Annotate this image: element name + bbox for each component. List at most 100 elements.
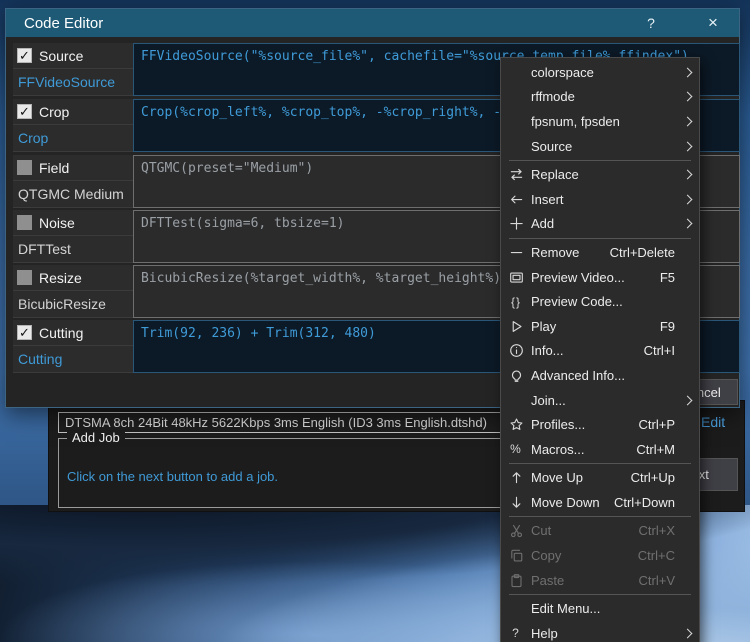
menu-separator [509, 516, 691, 518]
checkmark-icon: ✓ [19, 104, 30, 119]
context-menu: colorspace rffmode fpsnum, fpsden Source Rep… [500, 57, 700, 642]
menu-item-shortcut: Ctrl+P [638, 417, 675, 433]
percent-icon: % [510, 442, 522, 457]
filter-resize-row[interactable]: ✓ Resize [13, 265, 133, 291]
menu-item-profiles[interactable]: Profiles... Ctrl+P [501, 412, 699, 437]
menu-item-move-up[interactable]: Move Up Ctrl+Up [501, 466, 699, 491]
dialog-titlebar[interactable]: Code Editor ? × [6, 9, 739, 37]
menu-item-remove[interactable]: Remove Ctrl+Delete [501, 240, 699, 265]
add-job-title: Add Job [67, 430, 125, 445]
dialog-title: Code Editor [24, 14, 104, 32]
submenu-chevron-icon [679, 116, 699, 127]
filter-block-noise: ✓ Noise DFTTest [13, 210, 133, 263]
filter-block-source: ✓ Source FFVideoSource [13, 43, 133, 96]
menu-item-copy: Copy Ctrl+C [501, 543, 699, 568]
filter-block-resize: ✓ Resize BicubicResize [13, 265, 133, 318]
filter-profile-name[interactable]: Crop [13, 125, 133, 151]
menu-item-shortcut: Ctrl+Up [630, 470, 675, 486]
menu-item-shortcut: F5 [659, 269, 675, 285]
filter-category-label: Resize [39, 269, 82, 286]
filter-profile-name[interactable]: Cutting [13, 346, 133, 372]
filter-source-row[interactable]: ✓ Source [13, 43, 133, 69]
crop-checkbox[interactable]: ✓ [17, 104, 32, 119]
menu-item-label: Source [531, 138, 573, 154]
code-text: Trim(92, 236) + Trim(312, 480) [141, 326, 376, 341]
menu-item-source[interactable]: Source [501, 134, 699, 159]
filter-profile-name[interactable]: FFVideoSource [13, 69, 133, 95]
menu-item-label: Add [531, 216, 555, 232]
filter-crop-row[interactable]: ✓ Crop [13, 99, 133, 125]
menu-item-label: Join... [531, 392, 566, 408]
code-text: DFTTest(sigma=6, tbsize=1) [141, 216, 345, 231]
noise-checkbox[interactable]: ✓ [17, 215, 32, 230]
filter-cutting-row[interactable]: ✓ Cutting [13, 320, 133, 346]
play-icon [501, 319, 531, 334]
checkmark-icon: ✓ [19, 48, 30, 63]
menu-item-play[interactable]: Play F9 [501, 314, 699, 339]
menu-item-shortcut: Ctrl+Delete [609, 244, 675, 260]
menu-item-fpsnum-fpsden[interactable]: fpsnum, fpsden [501, 109, 699, 134]
menu-separator [509, 159, 691, 161]
menu-item-help[interactable]: ? Help [501, 621, 699, 642]
menu-item-insert[interactable]: Insert [501, 187, 699, 212]
menu-item-join[interactable]: Join... [501, 388, 699, 413]
menu-item-preview-code[interactable]: {} Preview Code... [501, 289, 699, 314]
menu-item-info[interactable]: Info... Ctrl+I [501, 339, 699, 364]
menu-item-colorspace[interactable]: colorspace [501, 60, 699, 85]
menu-item-cut: Cut Ctrl+X [501, 519, 699, 544]
field-checkbox[interactable]: ✓ [17, 160, 32, 175]
submenu-chevron-icon [679, 91, 699, 102]
source-checkbox[interactable]: ✓ [17, 48, 32, 63]
paste-icon [501, 573, 531, 588]
menu-item-label: Help [531, 625, 558, 641]
menu-item-label: Move Up [531, 470, 584, 486]
help-icon: ? [512, 626, 520, 641]
swap-icon [501, 167, 531, 182]
menu-item-label: Paste [531, 572, 565, 588]
menu-item-label: Play [531, 318, 557, 334]
menu-separator [509, 463, 691, 464]
menu-item-move-down[interactable]: Move Down Ctrl+Down [501, 490, 699, 515]
bulb-icon [501, 368, 531, 383]
menu-item-label: Copy [531, 548, 562, 564]
menu-item-shortcut: F9 [659, 318, 675, 334]
menu-item-label: Preview Video... [531, 269, 625, 285]
menu-item-rffmode[interactable]: rffmode [501, 85, 699, 110]
arrow-up-icon [501, 470, 531, 485]
menu-item-add[interactable]: Add [501, 212, 699, 237]
info-icon [501, 343, 531, 358]
audio-edit-link[interactable]: Edit [701, 414, 725, 430]
menu-item-label: colorspace [531, 64, 594, 80]
menu-item-label: Move Down [531, 494, 600, 510]
menu-item-label: Preview Code... [531, 294, 623, 310]
menu-item-label: rffmode [531, 89, 575, 105]
submenu-chevron-icon [679, 169, 699, 180]
menu-item-label: Replace [531, 167, 579, 183]
monitor-icon [501, 270, 531, 285]
help-button[interactable]: ? [631, 9, 671, 37]
menu-item-edit-menu[interactable]: Edit Menu... [501, 596, 699, 621]
submenu-chevron-icon [679, 395, 699, 405]
filter-field-row[interactable]: ✓ Field [13, 155, 133, 181]
filter-profile-name[interactable]: BicubicResize [13, 291, 133, 317]
filter-profile-name[interactable]: DFTTest [13, 236, 133, 262]
filter-category-label: Source [39, 47, 84, 64]
cutting-checkbox[interactable]: ✓ [17, 325, 32, 340]
resize-checkbox[interactable]: ✓ [17, 270, 32, 285]
menu-item-shortcut: Ctrl+M [636, 441, 675, 457]
menu-item-advanced-info[interactable]: Advanced Info... [501, 363, 699, 388]
star-icon [501, 417, 531, 432]
submenu-chevron-icon [679, 67, 699, 78]
close-icon[interactable]: × [693, 9, 733, 37]
menu-separator [509, 237, 691, 239]
filter-category-label: Cutting [39, 324, 84, 341]
filter-profile-name[interactable]: QTGMC Medium [13, 181, 133, 207]
filter-noise-row[interactable]: ✓ Noise [13, 210, 133, 236]
filter-category-label: Field [39, 159, 70, 176]
filter-block-crop: ✓ Crop Crop [13, 99, 133, 152]
menu-item-preview-video[interactable]: Preview Video... F5 [501, 265, 699, 290]
filter-category-label: Crop [39, 103, 70, 120]
add-job-hint: Click on the next button to add a job. [67, 469, 279, 484]
menu-item-replace[interactable]: Replace [501, 162, 699, 187]
menu-item-macros[interactable]: % Macros... Ctrl+M [501, 437, 699, 462]
